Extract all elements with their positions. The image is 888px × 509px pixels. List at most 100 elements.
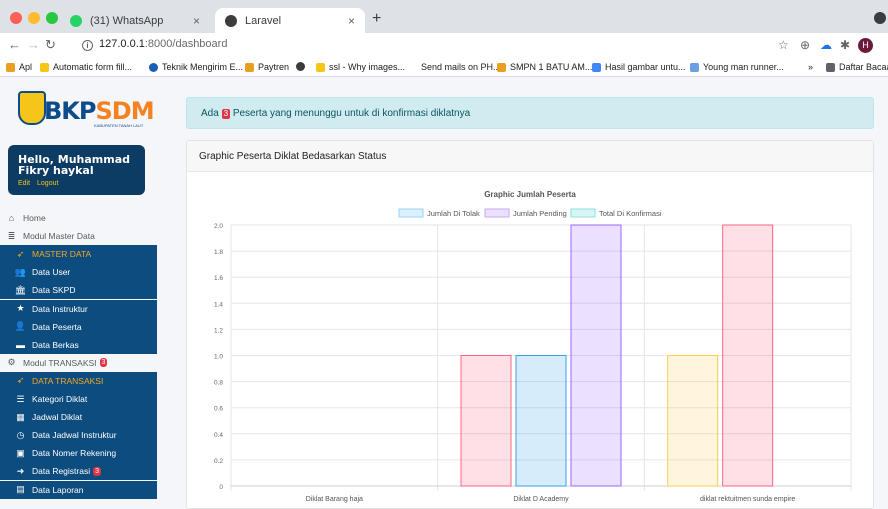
sidebar-item-data-nomer-rekening[interactable]: ▣ Data Nomer Rekening: [0, 444, 157, 463]
sidebar-item-data-peserta[interactable]: 👤 Data Peserta: [0, 317, 157, 336]
bookmark-item[interactable]: [296, 62, 309, 71]
bar: [515, 355, 567, 487]
sidebar-item-label: Data User: [32, 267, 71, 278]
pending-count-badge: 3: [221, 109, 231, 119]
sidebar-item-data-laporan[interactable]: ▤ Data Laporan: [0, 480, 157, 499]
logout-link[interactable]: Logout: [37, 180, 58, 187]
bookmark-label: Paytren: [258, 62, 290, 72]
bookmark-label: Send mails on PH...: [421, 62, 501, 72]
forward-icon[interactable]: →: [27, 37, 40, 52]
sidebar-item-label: Data Nomer Rekening: [32, 448, 117, 459]
tab-laravel[interactable]: Laravel ×: [215, 8, 365, 33]
count-badge: 3: [93, 466, 102, 476]
card-title: Graphic Peserta Diklat Bedasarkan Status: [187, 141, 873, 172]
sidebar-item-data-registrasi[interactable]: ➜ Data Registrasi 3: [0, 462, 157, 481]
y-tick-label: 1.2: [214, 327, 223, 334]
new-tab-button[interactable]: +: [372, 10, 381, 28]
confirmation-alert: Ada 3 Peserta yang menunggu untuk di kon…: [186, 97, 874, 129]
rocket-icon: ➶: [16, 248, 25, 259]
browser-tab-bar: (31) WhatsApp × Laravel × +: [0, 0, 888, 33]
profile-avatar[interactable]: H: [858, 38, 873, 53]
legend-swatch: [570, 208, 596, 218]
bookmark-item[interactable]: Send mails on PH...: [408, 62, 501, 72]
bookmark-icon: [149, 62, 158, 72]
legend-label: Jumlah Pending: [513, 209, 567, 218]
bookmarks-bar: Apl Automatic form fill... Teknik Mengir…: [0, 57, 888, 77]
back-icon[interactable]: ←: [8, 37, 21, 52]
users-icon: 👥: [14, 266, 27, 277]
extension-cloud-icon[interactable]: ☁: [820, 38, 832, 52]
close-icon[interactable]: ×: [193, 14, 200, 28]
y-tick-label: 1.8: [214, 249, 223, 256]
sidebar-item-label: MASTER DATA: [32, 249, 92, 260]
url-field[interactable]: i 127.0.0.1:8000/dashboard: [82, 38, 227, 51]
address-bar: ← → ↻ i 127.0.0.1:8000/dashboard ☆ ⊕ ☁ ✱ …: [0, 33, 888, 57]
sidebar-item-label: Jadwal Diklat: [32, 412, 83, 423]
close-icon[interactable]: ×: [348, 14, 355, 28]
sidebar-item-master-data[interactable]: ➶ MASTER DATA: [0, 245, 157, 264]
bookmark-star-icon[interactable]: ☆: [778, 38, 789, 52]
close-window-button[interactable]: [10, 12, 22, 24]
x-tick-label: Diklat D Academy: [513, 496, 569, 503]
sidebar-item-modul-master-data[interactable]: ≣ Modul Master Data: [0, 227, 157, 245]
bookmark-icon: [408, 62, 417, 72]
extension-icon[interactable]: ⊕: [800, 38, 810, 52]
edit-profile-link[interactable]: Edit: [18, 180, 30, 187]
bkpsdm-logo[interactable]: BKPSDM KABUPATEN TANAH LAUT: [14, 91, 155, 131]
bookmark-item[interactable]: Automatic form fill...: [40, 62, 132, 72]
sidebar-item-data-jadwal-instruktur[interactable]: ◷ Data Jadwal Instruktur: [0, 426, 157, 445]
sidebar-item-data-berkas[interactable]: ▬ Data Berkas: [0, 335, 157, 354]
bookmark-label: Teknik Mengirim E...: [162, 62, 244, 72]
bookmark-icon: [40, 62, 49, 72]
sidebar-item-data-transaksi[interactable]: ➶ DATA TRANSAKSI: [0, 371, 157, 390]
folder-icon: ▬: [16, 339, 25, 350]
legend-label: Total Di Konfirmasi: [599, 209, 662, 218]
bookmark-apps[interactable]: Apl: [6, 62, 32, 72]
extensions-puzzle-icon[interactable]: ✱: [840, 38, 850, 52]
count-badge: 3: [99, 358, 108, 368]
y-tick-label: 2.0: [214, 223, 223, 230]
x-tick-label: diklat rektuitmen sunda empire: [700, 496, 795, 503]
bookmark-label: SMPN 1 BATU AM...: [510, 62, 593, 72]
tab-title: (31) WhatsApp: [90, 14, 164, 27]
maximize-window-button[interactable]: [46, 12, 58, 24]
bookmark-item[interactable]: SMPN 1 BATU AM...: [497, 62, 592, 72]
bookmark-label: ssl - Why images...: [329, 62, 406, 72]
y-tick-label: 0.2: [214, 458, 223, 465]
sidebar-item-data-skpd[interactable]: 🏛 Data SKPD: [0, 281, 157, 300]
sidebar: BKPSDM KABUPATEN TANAH LAUT Hello, Muham…: [0, 77, 157, 509]
chart-title: Graphic Jumlah Peserta: [484, 190, 576, 199]
bookmark-item[interactable]: Paytren: [245, 62, 289, 72]
bookmark-item[interactable]: Teknik Mengirim E...: [149, 62, 243, 72]
bookmark-icon: [316, 62, 325, 72]
bookmark-label: Daftar Bacaan: [839, 62, 888, 72]
alert-message: Peserta yang menunggu untuk di konfirmas…: [232, 108, 471, 119]
bookmark-item[interactable]: ssl - Why images...: [316, 62, 405, 72]
minimize-window-button[interactable]: [28, 12, 40, 24]
legend-swatch: [398, 208, 424, 218]
sidebar-item-label: Data Laporan: [32, 484, 84, 495]
x-tick-label: Diklat Barang haja: [306, 496, 363, 503]
sidebar-item-kategori-diklat[interactable]: ☰ Kategori Diklat: [0, 390, 157, 408]
sidebar-item-modul-transaksi[interactable]: ⚙ Modul TRANSAKSI 3: [0, 354, 157, 372]
bookmark-item[interactable]: Young man runner...: [690, 62, 784, 72]
tab-whatsapp[interactable]: (31) WhatsApp ×: [60, 8, 210, 33]
reading-list-button[interactable]: Daftar Bacaan: [826, 62, 888, 72]
clock-icon: ◷: [16, 429, 25, 440]
sidebar-item-home[interactable]: ⌂ Home: [0, 209, 157, 227]
bookmark-item[interactable]: Hasil gambar untu...: [592, 62, 686, 72]
google-icon: [592, 62, 601, 72]
logo-text-a: BKP: [44, 97, 96, 125]
y-tick-label: 0.6: [214, 406, 223, 413]
bar: [570, 224, 622, 487]
sidebar-item-data-user[interactable]: 👥 Data User: [0, 263, 157, 282]
alert-prefix: Ada: [201, 108, 219, 119]
bookmarks-overflow-button[interactable]: »: [808, 62, 813, 72]
sidebar-item-label: Data Berkas: [32, 339, 79, 350]
sidebar-item-data-instruktur[interactable]: ★ Data Instruktur: [0, 299, 157, 318]
browser-menu-icon[interactable]: [874, 12, 886, 24]
y-tick-label: 0.4: [214, 432, 223, 439]
reload-icon[interactable]: ↻: [45, 37, 56, 53]
sidebar-item-jadwal-diklat[interactable]: ▦ Jadwal Diklat: [0, 408, 157, 427]
site-info-icon[interactable]: i: [82, 40, 93, 51]
